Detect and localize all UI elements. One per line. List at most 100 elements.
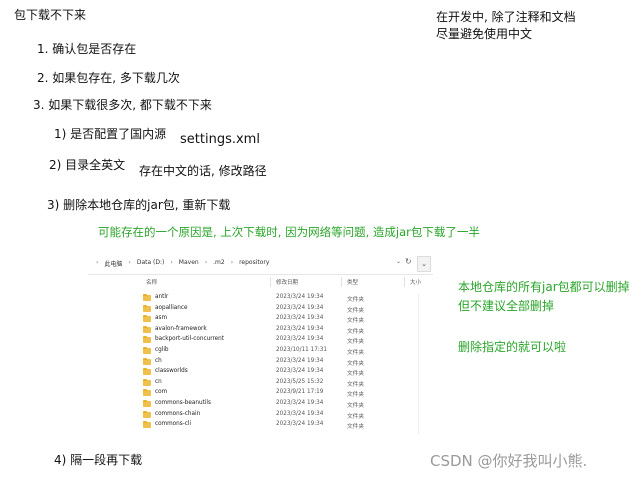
scrollbar[interactable] xyxy=(418,294,419,434)
column-header-type[interactable]: 类型 xyxy=(347,278,358,286)
note-line-1: 在开发中, 除了注释和文档 xyxy=(436,10,576,24)
right-note-2: 但不建议全部删掉 xyxy=(458,299,555,313)
file-type: 文件夹 xyxy=(347,381,365,388)
folder-icon xyxy=(143,368,151,376)
file-date: 2023/3/24 19:34 xyxy=(276,325,324,332)
column-header-size[interactable]: 大小 xyxy=(410,278,421,286)
breadcrumb: › 此电脑 › Data (D:) › Maven › .m2 › reposi… xyxy=(96,259,269,268)
table-row[interactable]: aopalliance 2023/3/24 19:34 文件夹 xyxy=(88,304,433,315)
table-row[interactable]: avalon-framework 2023/3/24 19:34 文件夹 xyxy=(88,325,433,336)
column-divider[interactable] xyxy=(404,277,405,287)
file-type: 文件夹 xyxy=(347,424,365,431)
file-name: ch xyxy=(155,357,162,364)
chevron-down-icon[interactable]: ⌄ xyxy=(396,258,401,265)
table-row[interactable]: ch 2023/3/24 19:34 文件夹 xyxy=(88,357,433,368)
table-row[interactable]: backport-util-concurrent 2023/3/24 19:34 文… xyxy=(88,335,433,346)
table-row[interactable]: antlr 2023/3/24 19:34 文件夹 xyxy=(88,293,433,304)
file-type: 文件夹 xyxy=(347,360,365,367)
file-date: 2023/3/24 19:34 xyxy=(276,368,324,375)
file-date: 2023/3/24 19:34 xyxy=(276,399,324,406)
file-name: antlr xyxy=(155,294,169,300)
breadcrumb-item[interactable]: repository xyxy=(239,259,269,268)
table-row[interactable]: commons-chain 2023/3/24 19:34 文件夹 xyxy=(88,410,433,421)
file-date: 2023/3/24 19:34 xyxy=(276,294,324,300)
folder-icon xyxy=(143,378,151,386)
column-headers: 名称 修改日期 类型 大小 xyxy=(88,277,433,290)
column-divider[interactable] xyxy=(341,277,342,287)
file-name: cn xyxy=(155,378,162,385)
folder-icon xyxy=(143,294,151,301)
file-date: 2023/5/25 15:32 xyxy=(276,378,324,385)
refresh-icon[interactable]: ↻ xyxy=(405,257,415,269)
right-note-3: 删除指定的就可以啦 xyxy=(458,340,567,354)
breadcrumb-item[interactable]: 此电脑 xyxy=(104,259,122,268)
table-row[interactable]: cglib 2023/10/11 17:31 文件夹 xyxy=(88,346,433,357)
folder-icon xyxy=(143,325,151,333)
file-explorer-screenshot: › 此电脑 › Data (D:) › Maven › .m2 › reposi… xyxy=(88,254,433,437)
table-row[interactable]: commons-cli 2023/3/24 19:34 文件夹 xyxy=(88,420,433,431)
file-date: 2023/10/11 17:31 xyxy=(276,346,327,353)
file-name: commons-chain xyxy=(155,410,201,417)
file-date: 2023/3/24 19:34 xyxy=(276,336,324,343)
substep-3: 3) 删除本地仓库的jar包, 重新下载 xyxy=(47,198,231,212)
file-type: 文件夹 xyxy=(347,318,365,325)
note-line-2: 尽量避免使用中文 xyxy=(436,27,533,41)
file-type: 文件夹 xyxy=(347,328,365,335)
file-name: aopalliance xyxy=(155,304,188,311)
file-type: 文件夹 xyxy=(347,402,365,409)
folder-icon xyxy=(143,421,151,429)
substep-2: 2) 目录全英文 xyxy=(49,158,126,172)
column-header-name[interactable]: 名称 xyxy=(146,278,157,286)
step-3: 3. 如果下载很多次, 都下载不下来 xyxy=(33,98,212,112)
folder-icon xyxy=(143,389,151,397)
right-note-1: 本地仓库的所有jar包都可以删掉 xyxy=(458,280,630,294)
file-type: 文件夹 xyxy=(347,349,365,356)
table-row[interactable]: cn 2023/5/25 15:32 文件夹 xyxy=(88,378,433,389)
substep-1-note: settings.xml xyxy=(180,132,260,147)
step-2: 2. 如果包存在, 多下载几次 xyxy=(37,71,180,85)
breadcrumb-item[interactable]: Maven xyxy=(179,259,199,268)
table-row[interactable]: asm 2023/3/24 19:34 文件夹 xyxy=(88,314,433,325)
breadcrumb-item[interactable]: Data (D:) xyxy=(137,259,165,268)
file-date: 2023/9/21 17:19 xyxy=(276,389,324,396)
chevron-right-icon: › xyxy=(230,259,234,266)
file-date: 2023/3/24 19:34 xyxy=(276,357,324,364)
file-name: commons-cli xyxy=(155,421,192,428)
folder-icon xyxy=(143,399,151,407)
address-bar[interactable]: › 此电脑 › Data (D:) › Maven › .m2 › reposi… xyxy=(88,254,433,275)
page-title: 包下载不下来 xyxy=(14,8,87,22)
substep-3-note: 可能存在的一个原因是, 上次下载时, 因为网络等问题, 造成jar包下载了一半 xyxy=(98,225,480,239)
file-type: 文件夹 xyxy=(347,392,365,399)
file-type: 文件夹 xyxy=(347,371,365,378)
file-date: 2023/3/24 19:34 xyxy=(276,315,324,322)
folder-icon xyxy=(143,346,151,354)
file-date: 2023/3/24 19:34 xyxy=(276,410,324,417)
expand-icon[interactable]: ⌄ xyxy=(417,256,431,272)
file-list: antlr 2023/3/24 19:34 文件夹 aopalliance 2023/… xyxy=(88,293,433,431)
file-name: asm xyxy=(155,315,167,322)
file-type: 文件夹 xyxy=(347,339,365,346)
file-date: 2023/3/24 19:34 xyxy=(276,421,324,428)
file-name: cglib xyxy=(155,346,169,353)
chevron-right-icon: › xyxy=(170,259,173,266)
file-date: 2023/3/24 19:34 xyxy=(276,304,324,311)
folder-icon xyxy=(143,304,151,312)
column-header-date[interactable]: 修改日期 xyxy=(276,278,298,286)
file-type: 文件夹 xyxy=(347,413,365,420)
file-name: classworlds xyxy=(155,368,188,375)
table-row[interactable]: classworlds 2023/3/24 19:34 文件夹 xyxy=(88,367,433,378)
table-row[interactable]: commons-beanutils 2023/3/24 19:34 文件夹 xyxy=(88,399,433,410)
folder-icon xyxy=(143,410,151,418)
substep-1: 1) 是否配置了国内源 xyxy=(54,127,167,141)
substep-2-note: 存在中文的话, 修改路径 xyxy=(139,164,267,178)
file-type: 文件夹 xyxy=(347,307,365,314)
folder-icon xyxy=(143,357,151,365)
substep-4: 4) 隔一段再下载 xyxy=(54,453,143,467)
file-name: backport-util-concurrent xyxy=(155,336,225,343)
table-row[interactable]: com 2023/9/21 17:19 文件夹 xyxy=(88,388,433,399)
breadcrumb-item[interactable]: .m2 xyxy=(213,259,225,268)
column-divider[interactable] xyxy=(270,277,271,287)
chevron-right-icon: › xyxy=(128,259,131,266)
chevron-right-icon: › xyxy=(204,259,208,266)
file-type: 文件夹 xyxy=(347,297,365,303)
